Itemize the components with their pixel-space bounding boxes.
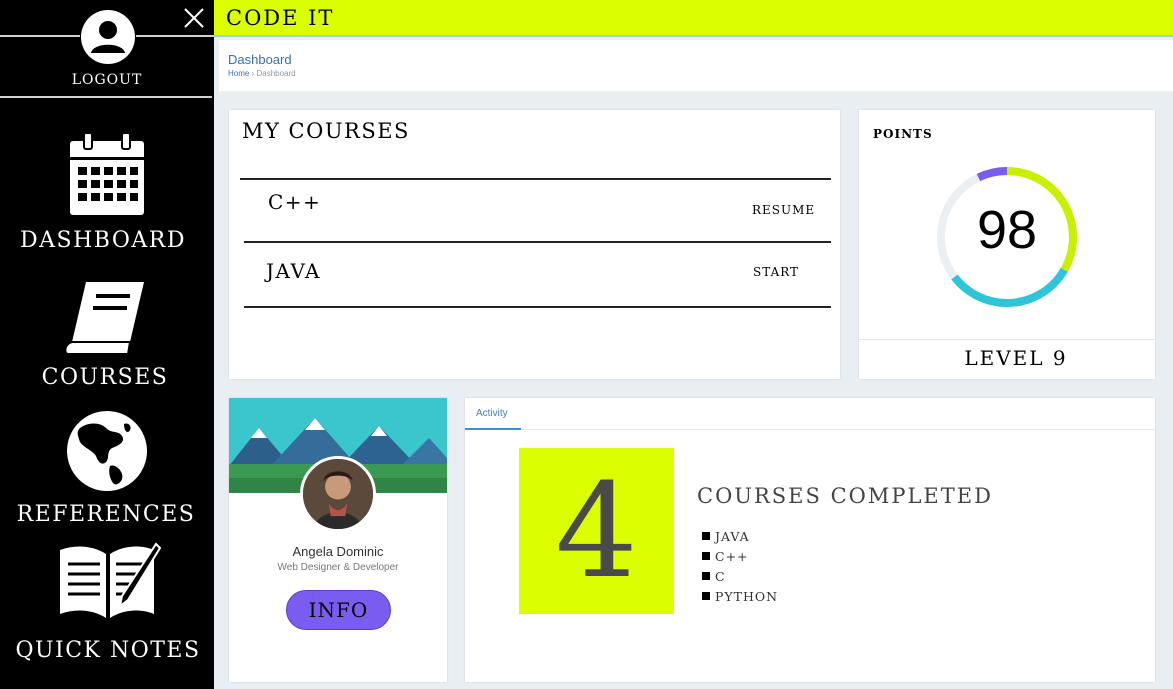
divider <box>0 96 212 98</box>
points-value: 98 <box>976 200 1038 260</box>
courses-completed-count: 4 <box>555 455 638 607</box>
my-courses-title: MY COURSES <box>242 119 410 143</box>
sidebar-item-label: REFERENCES <box>16 502 196 527</box>
page-title: Dashboard <box>228 52 292 67</box>
courses-completed-count-box: 4 <box>519 448 674 614</box>
bullet-square-icon <box>702 552 710 560</box>
divider <box>244 241 831 243</box>
sidebar: LOGOUT DASHBOARD COURSES REFERENCES QUIC… <box>0 0 214 689</box>
bullet-square-icon <box>702 532 710 540</box>
level-label: LEVEL 9 <box>964 346 1068 370</box>
tab-bar: Activity <box>465 398 1155 430</box>
user-avatar-icon[interactable] <box>80 9 136 65</box>
book-icon <box>64 282 144 355</box>
notebook-pen-icon <box>60 542 162 618</box>
activity-card: Activity 4 COURSES COMPLETED JAVA C++ C … <box>465 398 1155 682</box>
globe-icon <box>67 411 147 491</box>
divider <box>244 306 831 308</box>
points-card: POINTS 98 LEVEL 9 <box>859 110 1155 379</box>
list-item: JAVA <box>702 526 778 546</box>
profile-role: Web Designer & Developer <box>277 562 399 573</box>
divider <box>0 35 80 37</box>
breadcrumb: Home › Dashboard <box>228 69 296 78</box>
list-item: PYTHON <box>702 586 778 606</box>
resume-button[interactable]: RESUME <box>752 203 815 217</box>
sidebar-item-label: DASHBOARD <box>20 228 186 253</box>
bullet-square-icon <box>702 572 710 580</box>
breadcrumb-home-link[interactable]: Home <box>228 69 249 78</box>
tab-activity[interactable]: Activity <box>465 398 521 430</box>
course-name: C++ <box>268 190 322 214</box>
completed-courses-list: JAVA C++ C PYTHON <box>702 526 778 606</box>
my-courses-card: MY COURSES C++ RESUME JAVA START <box>229 110 840 379</box>
breadcrumb-bar: Dashboard Home › Dashboard <box>219 40 1173 91</box>
sidebar-item-label: COURSES <box>41 365 169 390</box>
sidebar-item-label: QUICK NOTES <box>15 638 201 663</box>
list-item: C <box>702 566 778 586</box>
profile-name: Angela Dominic <box>292 544 384 559</box>
avatar <box>300 456 376 532</box>
points-label: POINTS <box>873 127 933 141</box>
logout-button[interactable]: LOGOUT <box>0 72 214 88</box>
divider <box>859 339 1155 340</box>
course-name: JAVA <box>266 259 321 283</box>
profile-card: Angela Dominic Web Designer & Developer … <box>229 398 447 682</box>
breadcrumb-separator: › <box>251 69 255 78</box>
divider <box>240 178 831 180</box>
app-title: CODE IT <box>226 6 335 30</box>
courses-completed-title: COURSES COMPLETED <box>697 484 993 508</box>
top-bar: CODE IT <box>214 0 1173 37</box>
divider <box>136 35 214 37</box>
list-item: C++ <box>702 546 778 566</box>
info-button[interactable]: INFO <box>286 590 391 630</box>
start-button[interactable]: START <box>753 265 799 279</box>
close-icon[interactable] <box>182 6 206 30</box>
breadcrumb-current: Dashboard <box>256 69 296 78</box>
calendar-icon <box>70 133 144 215</box>
bullet-square-icon <box>702 592 710 600</box>
